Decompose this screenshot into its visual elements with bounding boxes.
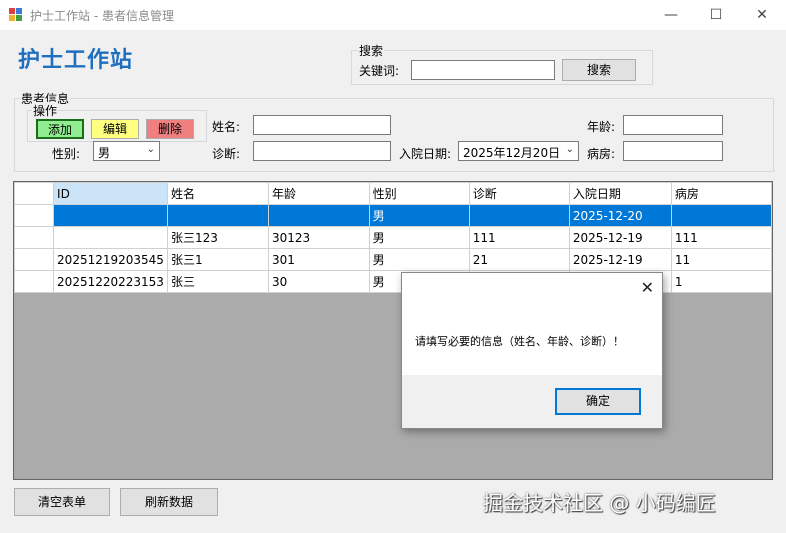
app-heading: 护士工作站 xyxy=(18,48,134,73)
row-header xyxy=(14,248,55,271)
grid-header-row: ID 姓名 年龄 性别 诊断 入院日期 病房 xyxy=(14,182,772,205)
cell-ward[interactable]: 11 xyxy=(670,248,772,271)
cell-diagnosis[interactable]: 21 xyxy=(468,248,570,271)
ward-input[interactable] xyxy=(623,141,723,161)
name-input[interactable] xyxy=(253,115,391,135)
chevron-down-icon: ⌄ xyxy=(146,144,155,155)
table-row[interactable]: ▶ 男 2025-12-20 xyxy=(14,204,772,227)
cell-gender[interactable]: 男 xyxy=(368,248,470,271)
title-bar: 护士工作站 - 患者信息管理 — ☐ ✕ xyxy=(0,0,786,30)
keyword-input[interactable] xyxy=(411,60,555,80)
operations-label: 操作 xyxy=(32,102,59,119)
name-label: 姓名: xyxy=(212,120,241,134)
cell-diagnosis[interactable]: 111 xyxy=(468,226,570,249)
cell-age[interactable]: 301 xyxy=(267,248,370,271)
dialog-message: 请填写必要的信息（姓名、年龄、诊断）！ xyxy=(415,335,624,348)
column-header-gender[interactable]: 性别 xyxy=(368,182,470,205)
maximize-button[interactable]: ☐ xyxy=(693,0,739,30)
search-group-label: 搜索 xyxy=(358,42,385,59)
row-header xyxy=(14,270,55,293)
row-header xyxy=(14,226,55,249)
watermark: 掘金技术社区 @ 小码编匠 xyxy=(483,491,716,515)
cell-admit-date[interactable]: 2025-12-20 xyxy=(568,204,672,227)
row-header-corner xyxy=(14,182,55,205)
cell-name[interactable]: 张三 xyxy=(166,270,269,293)
column-header-age[interactable]: 年龄 xyxy=(267,182,370,205)
dialog-body: ✕ 请填写必要的信息（姓名、年龄、诊断）！ xyxy=(402,273,662,375)
column-header-admit-date[interactable]: 入院日期 xyxy=(568,182,672,205)
ok-button[interactable]: 确定 xyxy=(555,388,641,415)
gender-select[interactable]: 男 ⌄ xyxy=(93,141,160,161)
message-dialog: ✕ 请填写必要的信息（姓名、年龄、诊断）！ 确定 xyxy=(401,272,663,429)
cell-id[interactable] xyxy=(53,204,168,227)
edit-button[interactable]: 编辑 xyxy=(91,119,139,139)
delete-button[interactable]: 删除 xyxy=(146,119,194,139)
app-icon xyxy=(9,8,22,21)
cell-id[interactable]: 20251220223153 xyxy=(53,270,168,293)
cell-name[interactable] xyxy=(166,204,269,227)
admit-date-label: 入院日期: xyxy=(399,147,452,161)
column-header-ward[interactable]: 病房 xyxy=(670,182,772,205)
close-window-button[interactable]: ✕ xyxy=(739,0,785,30)
cell-ward[interactable]: 111 xyxy=(670,226,772,249)
cell-id[interactable]: 20251219203545 xyxy=(53,248,168,271)
calendar-dropdown-icon: ⌄ xyxy=(565,144,574,155)
age-input[interactable] xyxy=(623,115,723,135)
cell-ward[interactable] xyxy=(670,204,772,227)
gender-label: 性别: xyxy=(52,147,81,161)
admit-date-value: 2025年12月20日 xyxy=(463,146,561,160)
cell-ward[interactable]: 1 xyxy=(670,270,772,293)
table-row[interactable]: 20251219203545 张三1 301 男 21 2025-12-19 1… xyxy=(14,248,772,271)
ward-label: 病房: xyxy=(587,147,616,161)
add-button[interactable]: 添加 xyxy=(36,119,84,139)
window-title: 护士工作站 - 患者信息管理 xyxy=(30,9,174,23)
cell-admit-date[interactable]: 2025-12-19 xyxy=(568,248,672,271)
cell-age[interactable]: 30123 xyxy=(267,226,370,249)
column-header-id[interactable]: ID xyxy=(53,182,168,205)
age-label: 年龄: xyxy=(587,120,616,134)
cell-age[interactable] xyxy=(267,204,370,227)
diagnosis-input[interactable] xyxy=(253,141,391,161)
cell-diagnosis[interactable] xyxy=(468,204,570,227)
cell-gender[interactable]: 男 xyxy=(368,204,470,227)
admit-date-picker[interactable]: 2025年12月20日 ⌄ xyxy=(458,141,579,161)
cell-gender[interactable]: 男 xyxy=(368,226,470,249)
refresh-data-button[interactable]: 刷新数据 xyxy=(120,488,218,516)
cell-name[interactable]: 张三1 xyxy=(166,248,269,271)
keyword-label: 关键词: xyxy=(359,64,400,78)
cell-name[interactable]: 张三123 xyxy=(166,226,269,249)
column-header-name[interactable]: 姓名 xyxy=(166,182,269,205)
clear-form-button[interactable]: 清空表单 xyxy=(14,488,110,516)
cell-age[interactable]: 30 xyxy=(267,270,370,293)
diagnosis-label: 诊断: xyxy=(212,147,241,161)
cell-id[interactable] xyxy=(53,226,168,249)
gender-value: 男 xyxy=(98,146,111,160)
minimize-button[interactable]: — xyxy=(648,0,694,30)
dialog-close-icon[interactable]: ✕ xyxy=(641,278,654,297)
cell-admit-date[interactable]: 2025-12-19 xyxy=(568,226,672,249)
search-button[interactable]: 搜索 xyxy=(562,59,636,81)
column-header-diagnosis[interactable]: 诊断 xyxy=(468,182,570,205)
current-row-indicator: ▶ xyxy=(14,204,55,227)
table-row[interactable]: 张三123 30123 男 111 2025-12-19 111 xyxy=(14,226,772,249)
